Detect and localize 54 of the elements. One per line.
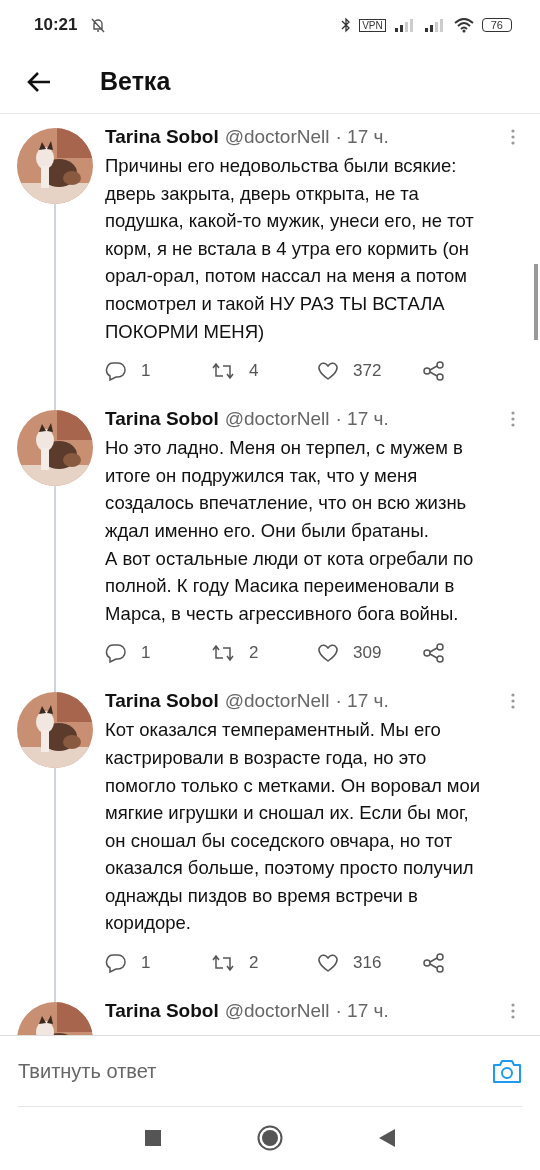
author-handle: @doctorNell [224, 690, 330, 713]
retweet-count: 4 [249, 361, 259, 382]
battery-indicator: 76 [481, 18, 512, 32]
page-title: Ветка [100, 67, 171, 96]
wifi-icon [453, 17, 474, 33]
tweet-text: Но это ладно. Меня он терпел, с мужем в итоге он подружился так, что у меня создалось впечатление, что он всю жизнь ждал именно его. Они были братаны. А вот остальные люди от кота огребали по полной. К году Масика переименовали в Марса, в честь агрессивного бога войны. [105, 436, 475, 626]
tweet-time: · 17 ч. [335, 690, 389, 713]
author-name[interactable]: Tarina Sobol [105, 690, 219, 713]
vpn-badge: VPN [359, 18, 386, 32]
more-options-icon[interactable] [510, 1002, 516, 1021]
reply-count: 1 [141, 361, 151, 382]
heart-icon[interactable] [317, 643, 339, 664]
more-options-icon[interactable] [510, 692, 516, 711]
back-arrow-icon[interactable] [26, 70, 52, 93]
author-handle: @doctorNell [224, 408, 330, 431]
like-count: 316 [353, 953, 382, 974]
like-count: 309 [353, 643, 382, 664]
bluetooth-icon [341, 17, 352, 33]
author-name[interactable]: Tarina Sobol [105, 408, 219, 431]
signal-icon [393, 18, 416, 32]
more-options-icon[interactable] [510, 128, 516, 146]
home-button[interactable] [257, 1125, 283, 1151]
reply-icon[interactable] [105, 953, 127, 974]
author-handle: @doctorNell [224, 1000, 330, 1023]
like-count: 372 [353, 361, 382, 382]
author-handle: @doctorNell [224, 126, 330, 148]
scrollbar[interactable] [534, 264, 538, 340]
retweet-icon[interactable] [211, 362, 235, 381]
back-button[interactable] [379, 1129, 395, 1147]
tweet-text: Причины его недовольства были всякие: дверь закрыта, дверь открыта, не та подушка, какой-то мужик, унеси его, не тот корм, я не встала в 4 утра его кормить (он орал-орал, потом нассал на меня а потом посмотрел и такой НУ РАЗ ТЫ ВСТАЛА ПОКОРМИ МЕНЯ) [105, 154, 475, 344]
heart-icon[interactable] [317, 953, 339, 974]
reply-count: 1 [141, 953, 151, 974]
heart-icon[interactable] [317, 361, 339, 382]
retweet-icon[interactable] [211, 954, 235, 973]
reply-icon[interactable] [105, 643, 127, 664]
tweet-time: · 17 ч. [335, 126, 389, 148]
share-icon[interactable] [423, 361, 445, 382]
reply-icon[interactable] [105, 361, 127, 382]
camera-icon[interactable] [492, 1058, 522, 1084]
tweet-text: Кот оказался темпераментный. Мы его кастрировали в возрасте года, но это помогло только с метками. Он воровал мои мягкие игрушки и сношал их. Если бы мог, он сношал бы соседского овчара, но тот оказался больше, поэтому просто получил однажды пиздов во время встречи в коридоре. [105, 718, 482, 936]
clock: 10:21 [34, 15, 78, 35]
tweet-time: · 17 ч. [335, 408, 389, 431]
share-icon[interactable] [423, 643, 445, 664]
retweet-count: 2 [249, 953, 259, 974]
more-options-icon[interactable] [510, 410, 516, 429]
reply-field[interactable]: Твитнуть ответ [18, 1059, 492, 1083]
share-icon[interactable] [423, 953, 445, 974]
retweet-icon[interactable] [211, 644, 235, 663]
author-name[interactable]: Tarina Sobol [105, 1000, 219, 1023]
retweet-count: 2 [249, 643, 259, 664]
reply-count: 1 [141, 643, 151, 664]
signal-icon [423, 18, 446, 32]
author-name[interactable]: Tarina Sobol [105, 126, 219, 148]
tweet-time: · 17 ч. [335, 1000, 389, 1023]
